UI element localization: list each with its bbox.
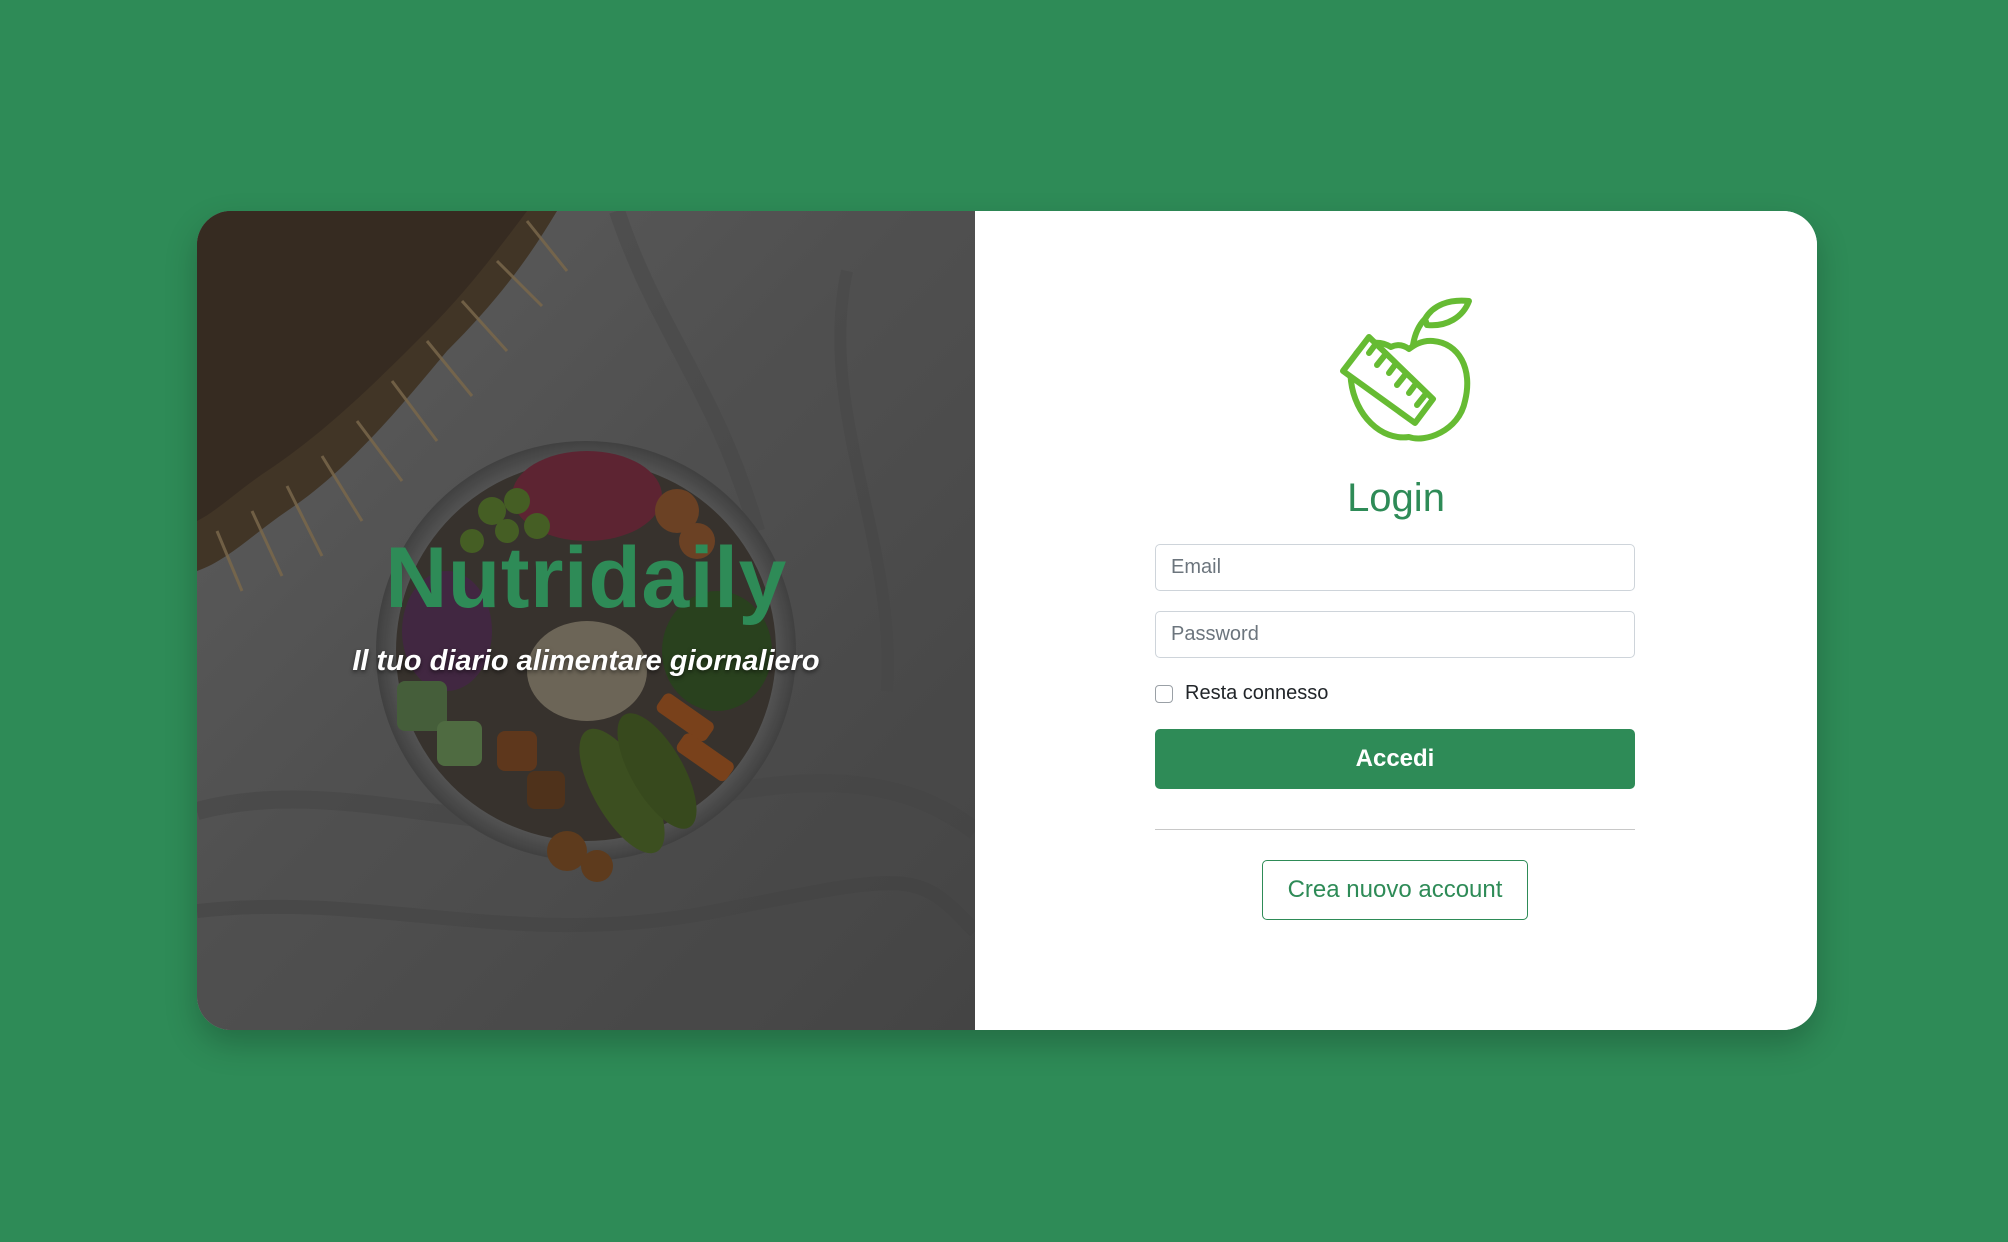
remember-me-label: Resta connesso [1185,682,1329,704]
password-field[interactable] [1155,611,1635,658]
create-account-button[interactable]: Crea nuovo account [1262,860,1528,920]
form-divider [1155,829,1635,830]
remember-me[interactable]: Resta connesso [1155,682,1328,705]
login-panel: Login Resta connesso Accedi Crea nuovo a… [975,211,1817,1030]
login-card: Nutridaily Il tuo diario alimentare gior… [197,211,1817,1030]
brand-tagline: Il tuo diario alimentare giornaliero [352,645,820,677]
hero-panel: Nutridaily Il tuo diario alimentare gior… [197,211,975,1030]
remember-me-checkbox[interactable] [1155,684,1173,703]
login-button[interactable]: Accedi [1155,729,1635,789]
brand-title: Nutridaily [385,530,787,626]
apple-measuring-tape-icon [1340,297,1472,442]
email-field[interactable] [1155,544,1635,591]
login-heading: Login [1347,476,1445,520]
